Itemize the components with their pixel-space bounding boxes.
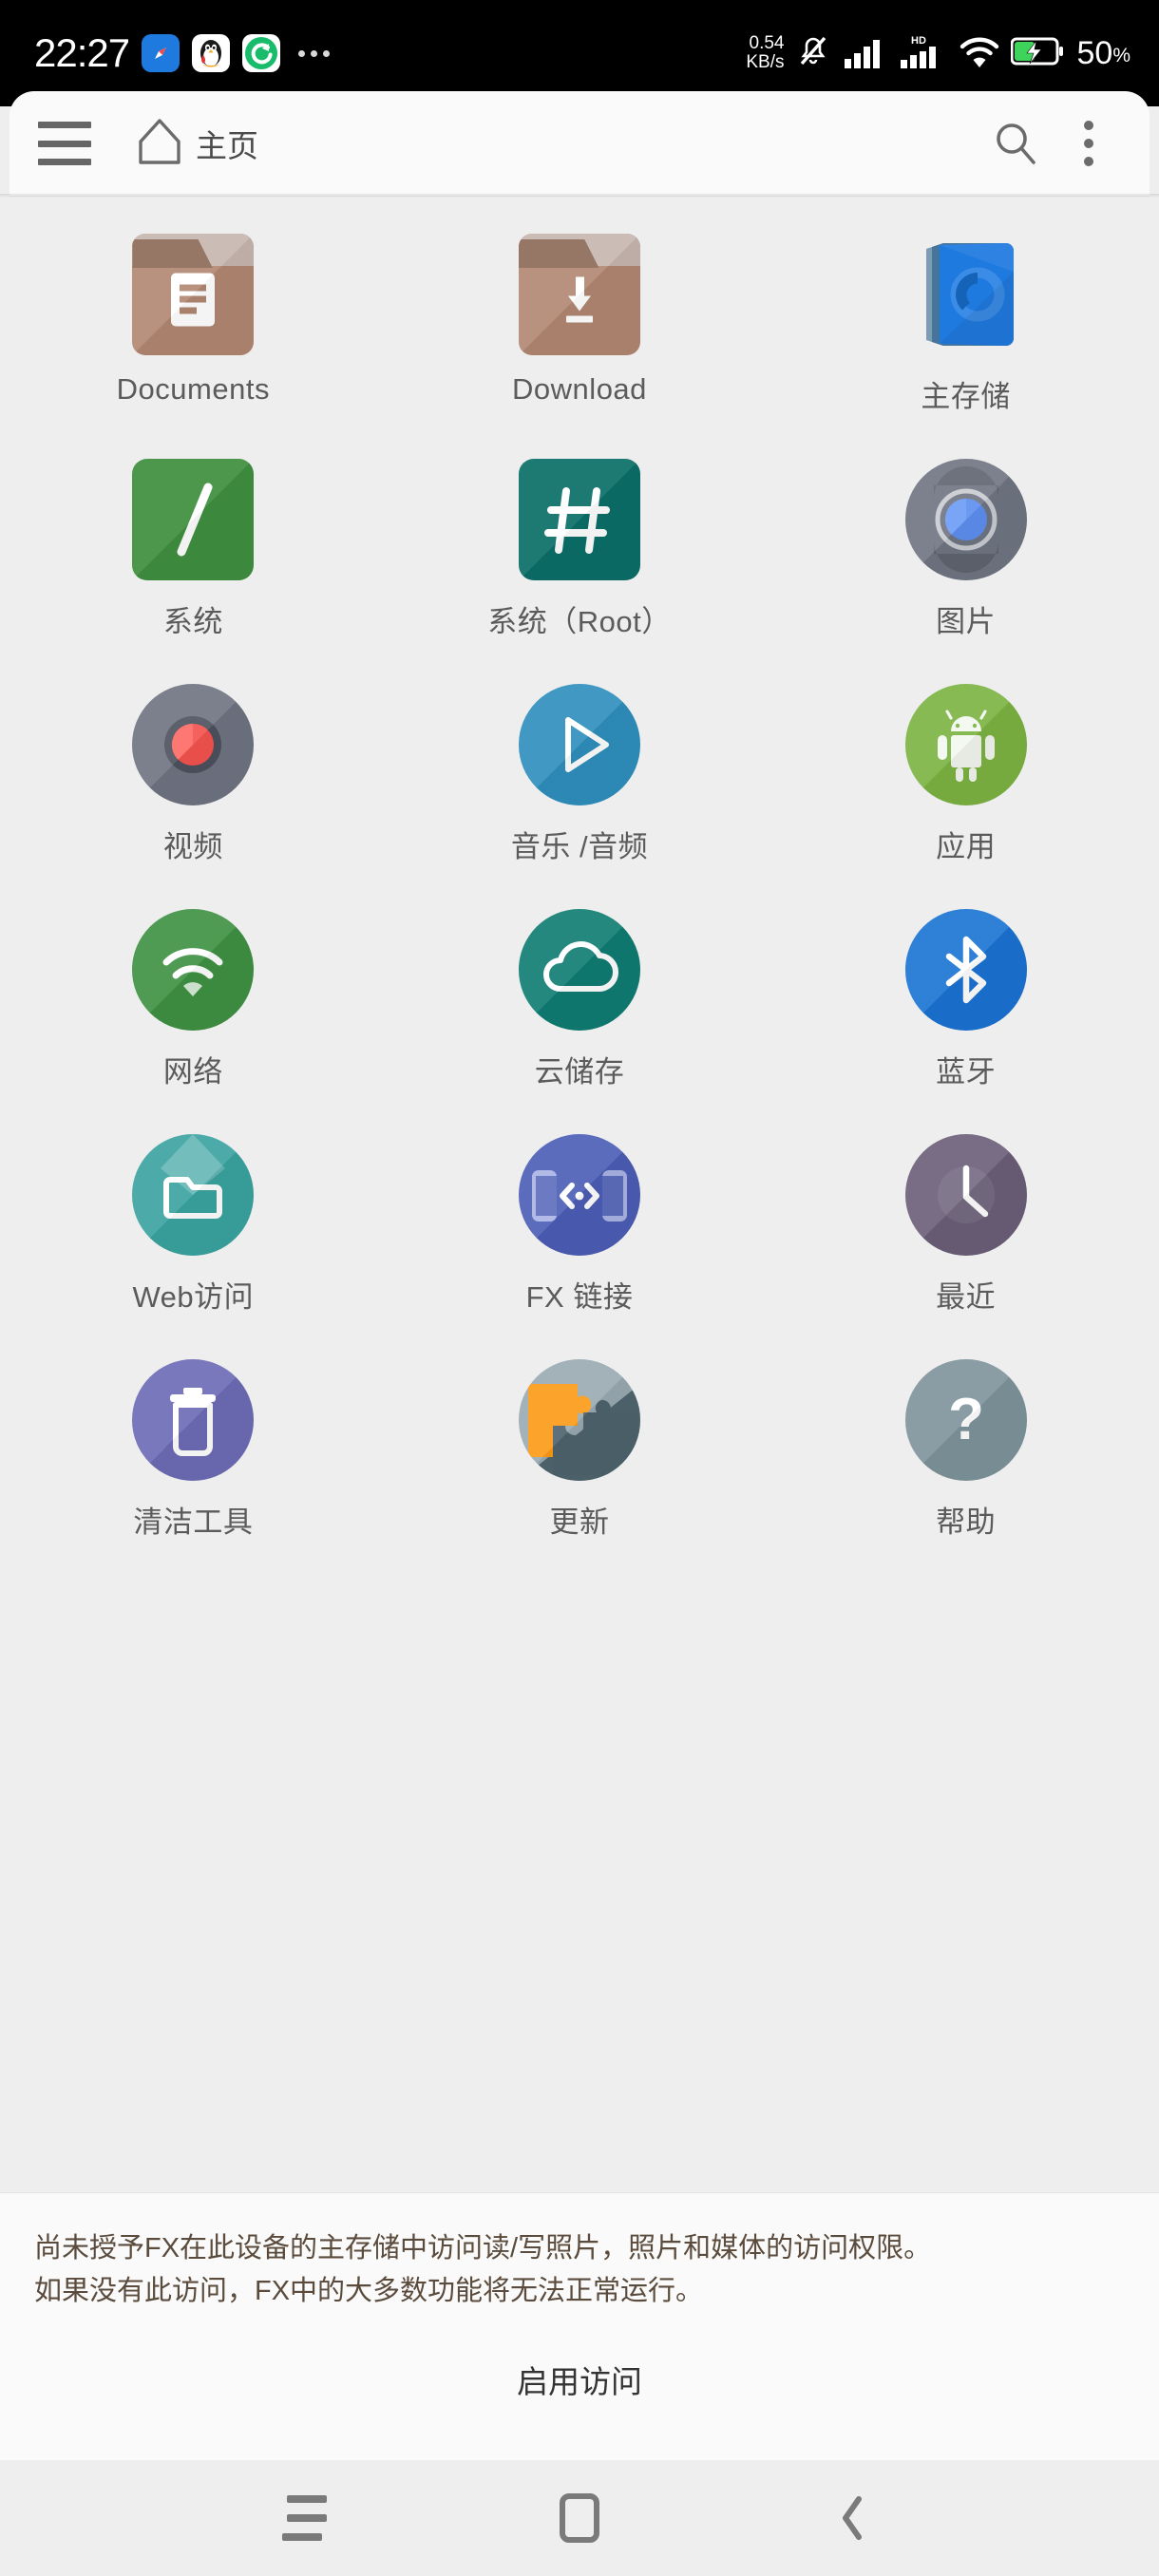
wifi-icon — [959, 33, 1000, 74]
grid-item-main-storage[interactable]: 主存储 — [772, 234, 1159, 415]
grid-item-label: 音乐 /音频 — [510, 830, 649, 863]
home-square-icon[interactable] — [537, 2480, 622, 2556]
grid-item-system[interactable]: 系统 — [0, 459, 387, 640]
grid-item-label: Download — [512, 372, 647, 406]
grid-item-label: 图片 — [936, 605, 997, 638]
grid-item-fx-link[interactable]: FX 链接 — [387, 1134, 773, 1316]
svg-text:HD: HD — [911, 35, 926, 47]
update-puzzle-icon — [518, 1359, 640, 1481]
grid-item-label: FX 链接 — [525, 1280, 634, 1314]
grid-item-label: 蓝牙 — [936, 1055, 997, 1089]
system-nav-bar — [0, 2460, 1159, 2576]
network-speed: 0.54 KB/s — [746, 34, 784, 72]
grid-item-label: 系统 — [162, 605, 223, 638]
search-icon[interactable] — [990, 118, 1041, 169]
grid-item-documents[interactable]: Documents — [0, 234, 387, 415]
network-wifi-icon — [132, 909, 255, 1031]
home-icon — [135, 115, 184, 173]
apps-android-icon — [904, 684, 1027, 805]
signal-bars-hd-icon: HD — [899, 32, 948, 75]
grid-item-cloud-storage[interactable]: 云储存 — [387, 909, 773, 1090]
grid-item-music-audio[interactable]: 音乐 /音频 — [387, 684, 773, 865]
cloud-storage-icon — [518, 909, 640, 1031]
web-access-folder-icon — [132, 1134, 255, 1256]
recents-icon[interactable] — [264, 2480, 350, 2556]
home-content: Documents Download 主存储 系统 系统（Root） 图片 视频… — [0, 198, 1159, 2192]
grid-item-label: Documents — [116, 372, 270, 406]
grid-item-label: 更新 — [549, 1506, 610, 1539]
hamburger-menu-icon[interactable] — [38, 122, 91, 165]
fx-link-devices-icon — [518, 1134, 640, 1256]
permission-message-line1: 尚未授予FX在此设备的主存储中访问读/写照片，照片和媒体的访问权限。 — [34, 2233, 932, 2263]
grid-item-help[interactable]: ? 帮助 — [772, 1359, 1159, 1541]
grid-item-video[interactable]: 视频 — [0, 684, 387, 865]
grid-item-pictures[interactable]: 图片 — [772, 459, 1159, 640]
battery-charging-icon — [1010, 35, 1064, 72]
system-root-slash-icon — [132, 459, 255, 580]
grid-item-label: 主存储 — [921, 380, 1011, 413]
permission-banner: 尚未授予FX在此设备的主存储中访问读/写照片，照片和媒体的访问权限。 如果没有此… — [0, 2192, 1159, 2460]
video-record-icon — [132, 684, 255, 805]
permission-message-line2: 如果没有此访问，FX中的大多数功能将无法正常运行。 — [34, 2275, 704, 2306]
grid-item-label: 应用 — [936, 830, 997, 863]
network-speed-value: 0.54 — [749, 33, 785, 53]
grid-item-label: 最近 — [936, 1280, 997, 1314]
grid-item-recent[interactable]: 最近 — [772, 1134, 1159, 1316]
recent-clock-icon — [904, 1134, 1027, 1256]
browser-icon — [142, 34, 180, 72]
status-more-icons-icon — [298, 49, 331, 57]
grid-item-label: 视频 — [162, 830, 223, 863]
grid-item-network[interactable]: 网络 — [0, 909, 387, 1090]
folder-download-icon — [518, 234, 640, 355]
status-clock: 22:27 — [34, 30, 130, 75]
signal-bars-icon — [843, 33, 888, 74]
music-play-icon — [518, 684, 640, 805]
qq-penguin-icon — [192, 34, 231, 72]
enable-access-button[interactable]: 启用访问 — [34, 2357, 1125, 2402]
page-title: 主页 — [196, 128, 258, 163]
status-bar-left: 22:27 — [34, 30, 331, 76]
battery-level: 50% — [1076, 34, 1130, 71]
clean-tools-trash-icon — [132, 1359, 255, 1481]
bell-muted-icon — [794, 32, 832, 75]
pictures-camera-icon — [904, 459, 1027, 580]
grid-item-apps[interactable]: 应用 — [772, 684, 1159, 865]
help-question-icon: ? — [904, 1359, 1027, 1481]
grid-item-label: 云储存 — [534, 1055, 625, 1089]
folder-documents-icon — [132, 234, 255, 355]
shortcut-grid: Documents Download 主存储 系统 系统（Root） 图片 视频… — [0, 198, 1159, 1541]
grid-item-system-root[interactable]: 系统（Root） — [387, 459, 773, 640]
sync-icon — [242, 34, 281, 72]
breadcrumb-home[interactable]: 主页 — [135, 115, 990, 173]
grid-item-label: 帮助 — [936, 1506, 997, 1539]
grid-item-label: 系统（Root） — [487, 605, 672, 638]
grid-item-download[interactable]: Download — [387, 234, 773, 415]
grid-item-bluetooth[interactable]: 蓝牙 — [772, 909, 1159, 1090]
more-vertical-icon[interactable] — [1066, 117, 1112, 170]
grid-item-update[interactable]: 更新 — [387, 1359, 773, 1541]
main-storage-drive-icon — [905, 234, 1027, 355]
grid-item-clean-tools[interactable]: 清洁工具 — [0, 1359, 387, 1541]
system-root-hash-icon — [518, 459, 640, 580]
status-bar-right: 0.54 KB/s HD 50% — [746, 32, 1130, 75]
grid-item-label: Web访问 — [132, 1280, 255, 1314]
back-chevron-icon[interactable] — [809, 2480, 895, 2556]
grid-item-label: 清洁工具 — [133, 1506, 254, 1539]
network-speed-unit: KB/s — [746, 52, 785, 72]
bluetooth-icon — [904, 909, 1027, 1031]
permission-message: 尚未授予FX在此设备的主存储中访问读/写照片，照片和媒体的访问权限。 如果没有此… — [34, 2227, 1125, 2313]
app-bar: 主页 — [10, 91, 1150, 196]
grid-item-web-access[interactable]: Web访问 — [0, 1134, 387, 1316]
grid-item-label: 网络 — [162, 1055, 223, 1089]
